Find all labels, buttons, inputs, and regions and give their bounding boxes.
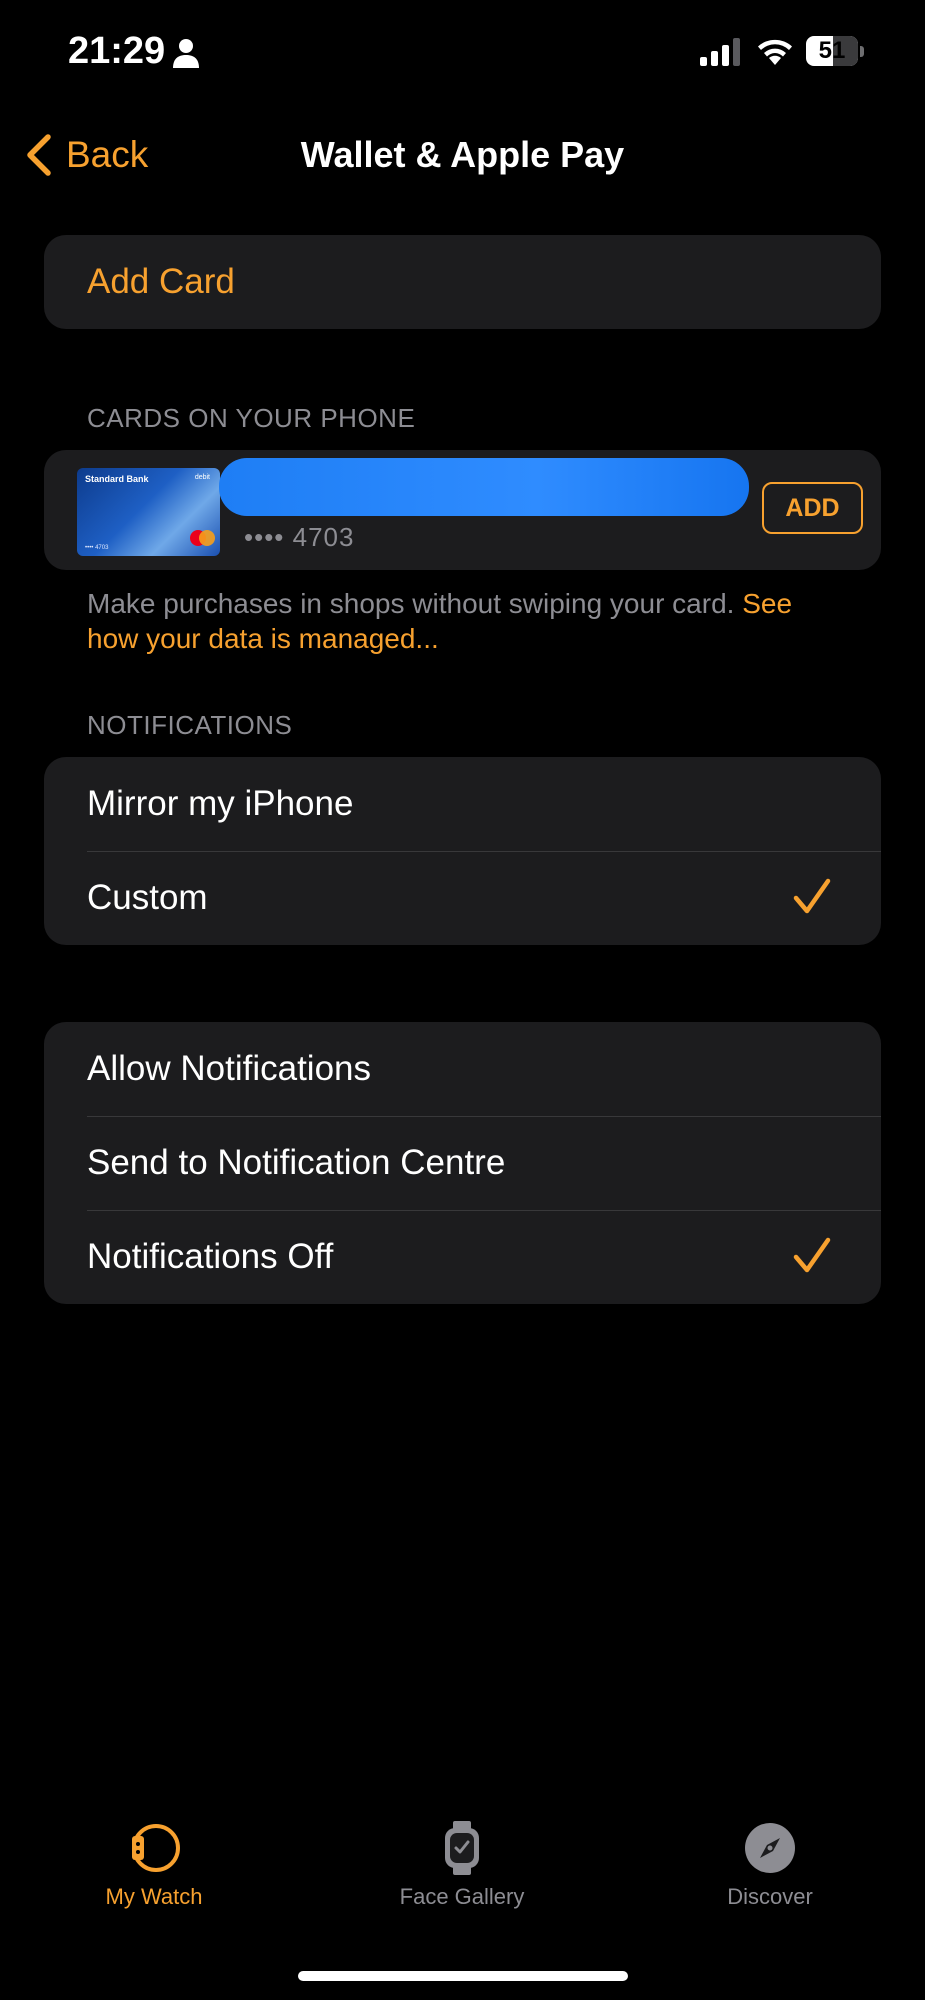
person-icon — [173, 39, 199, 68]
option-label: Notifications Off — [87, 1237, 334, 1276]
compass-icon — [745, 1823, 795, 1873]
checkmark-icon — [793, 1237, 831, 1273]
tab-my-watch[interactable]: My Watch — [54, 1820, 254, 1910]
card-type: debit — [194, 474, 210, 481]
home-indicator[interactable] — [298, 1971, 628, 1981]
card-number: •••• 4703 — [244, 522, 355, 552]
option-send-to-notification-centre[interactable]: Send to Notification Centre — [44, 1116, 881, 1210]
cards-group: Standard Bank debit •••• 4703 •••• 4703 … — [44, 450, 881, 570]
option-label: Mirror my iPhone — [87, 784, 354, 823]
tab-bar: My Watch Face Gallery Discover — [0, 1820, 925, 1930]
status-time: 21:29 — [68, 30, 166, 72]
option-allow-notifications[interactable]: Allow Notifications — [44, 1022, 881, 1116]
tab-label: My Watch — [105, 1884, 203, 1909]
notification-mode-group: Mirror my iPhone Custom — [44, 757, 881, 945]
watch-icon — [132, 1824, 180, 1872]
status-bar: 21:29 51 — [0, 0, 925, 105]
option-notifications-off[interactable]: Notifications Off — [44, 1210, 881, 1304]
tab-label: Discover — [727, 1884, 813, 1909]
cards-footer-text: Make purchases in shops without swiping … — [87, 588, 735, 619]
add-card-button[interactable]: Add Card — [44, 235, 881, 329]
option-custom[interactable]: Custom — [44, 851, 881, 945]
add-to-watch-button[interactable]: ADD — [762, 482, 863, 534]
add-card-label: Add Card — [87, 262, 235, 301]
card-bank-name: Standard Bank — [85, 474, 149, 484]
card-row: Standard Bank debit •••• 4703 •••• 4703 … — [44, 450, 881, 570]
option-label: Send to Notification Centre — [87, 1143, 506, 1182]
option-mirror-iphone[interactable]: Mirror my iPhone — [44, 757, 881, 851]
navigation-bar: Back Wallet & Apple Pay — [0, 105, 925, 195]
notifications-section-header: NOTIFICATIONS — [87, 710, 293, 740]
checkmark-icon — [793, 878, 831, 914]
watch-face-icon — [445, 1821, 479, 1875]
tab-discover[interactable]: Discover — [670, 1820, 870, 1910]
cellular-signal-icon — [700, 38, 740, 66]
cards-footer: Make purchases in shops without swiping … — [87, 586, 847, 656]
battery-percentage: 51 — [818, 37, 846, 64]
card-thumbnail: Standard Bank debit •••• 4703 — [77, 468, 220, 556]
add-card-group: Add Card — [44, 235, 881, 329]
cards-section-header: CARDS ON YOUR PHONE — [87, 403, 416, 433]
battery-icon: 51 — [806, 36, 864, 68]
option-label: Custom — [87, 878, 208, 917]
notification-custom-group: Allow Notifications Send to Notification… — [44, 1022, 881, 1304]
mastercard-logo-circle — [199, 530, 215, 546]
option-label: Allow Notifications — [87, 1049, 371, 1088]
page-title: Wallet & Apple Pay — [300, 134, 625, 175]
wifi-icon — [758, 39, 792, 65]
redaction-scribble — [219, 458, 749, 516]
card-thumb-number: •••• 4703 — [85, 545, 109, 551]
tab-face-gallery[interactable]: Face Gallery — [362, 1820, 562, 1910]
tab-label: Face Gallery — [399, 1884, 525, 1909]
